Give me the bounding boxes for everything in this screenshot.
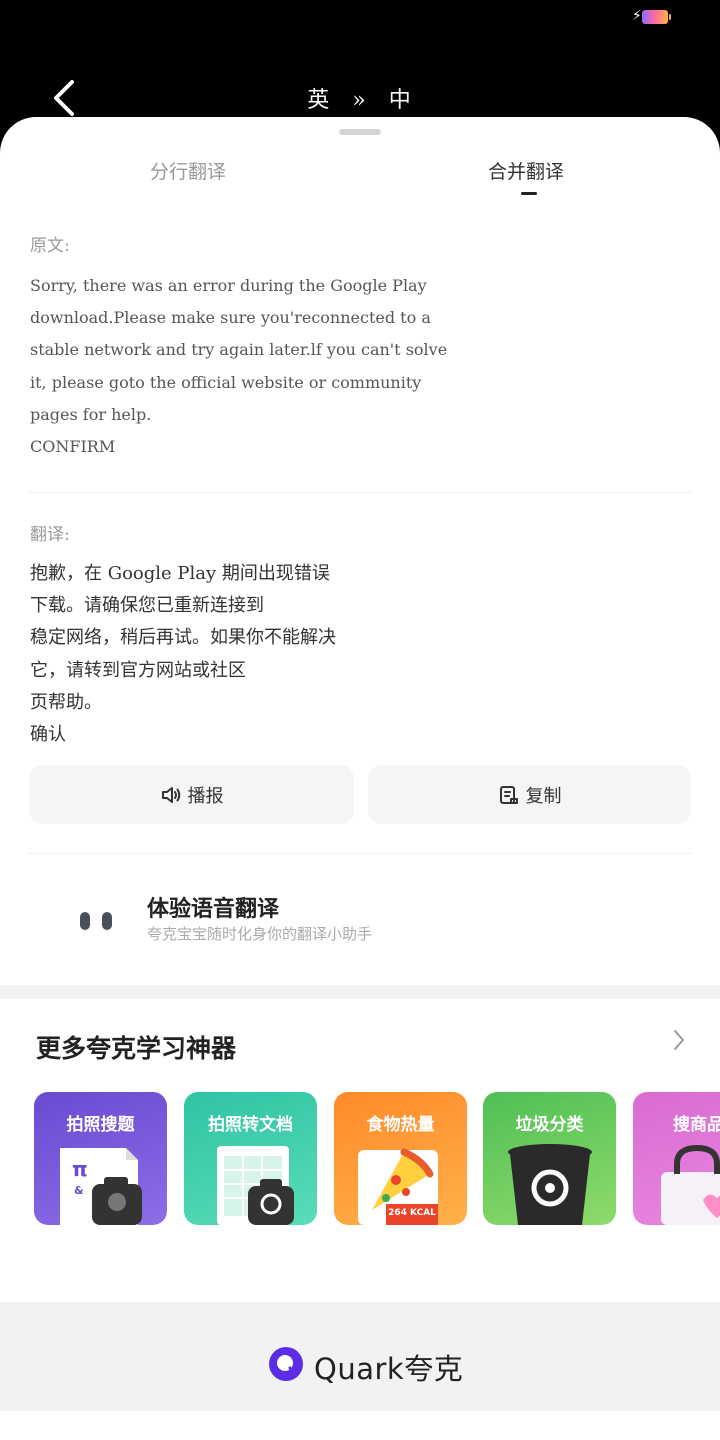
status-bar: ⚡ [0,0,720,40]
quark-logo-icon [269,1347,303,1381]
tab-merge-translation[interactable]: 合并翻译 [488,157,564,184]
voice-translation-promo[interactable]: 体验语音翻译 夸克宝宝随时化身你的翻译小助手 [0,885,720,975]
document-camera-icon: π & [60,1148,142,1225]
copy-button[interactable]: 复制 [368,765,691,824]
source-line: CONFIRM [30,437,116,457]
tool-label: 拍照搜题 [66,1115,135,1135]
trash-bin-icon [508,1144,592,1225]
source-line: pages for help. [30,404,152,424]
speak-button[interactable]: 播报 [29,765,354,824]
language-pair[interactable]: 英 » 中 [0,82,720,114]
source-line: stable network and try again later.lf yo… [30,340,448,360]
quark-baby-icon [78,912,114,936]
translation-line: 稳定网络，稍后再试。如果你不能解决 [30,627,336,649]
tool-label: 食物热量 [366,1115,435,1135]
direction-arrow-icon: » [352,88,368,113]
translation-line: 它，请转到官方网站或社区 [30,659,246,681]
chevron-right-icon[interactable] [668,1025,690,1055]
active-tab-indicator [521,192,537,195]
source-line: Sorry, there was an error during the Goo… [30,276,427,295]
tool-photo-search[interactable]: 拍照搜题 π & [34,1092,167,1225]
source-language: 英 [307,88,332,113]
tool-label: 搜商品 [673,1115,720,1135]
calorie-badge: 264 KCAL [388,1208,436,1218]
tool-product-search[interactable]: 搜商品 [633,1092,720,1225]
document-convert-icon [217,1146,294,1225]
translation-label: 翻译: [30,525,70,545]
tool-garbage-sorting[interactable]: 垃圾分类 [483,1092,616,1225]
target-language: 中 [388,88,413,113]
copy-icon [499,785,518,804]
source-line: download.Please make sure you'reconnecte… [30,308,431,328]
copy-label: 复制 [525,785,562,807]
bottom-strip [0,1411,720,1440]
tab-split-translation[interactable]: 分行翻译 [150,157,226,184]
shopping-bag-icon [661,1144,720,1225]
battery-charging-icon: ⚡ [632,8,671,24]
svg-text:π: π [72,1157,88,1181]
section-gap [0,985,720,999]
svg-text:&: & [74,1184,84,1197]
more-tools-section: 更多夸克学习神器 拍照搜题 π & 拍照转文档 食物热量 264 KCAL 垃圾… [0,999,720,1302]
sheet-grabber[interactable] [339,129,381,135]
voice-promo-title: 体验语音翻译 [147,896,280,922]
translation-line: 确认 [30,724,66,746]
more-tools-title: 更多夸克学习神器 [36,1034,237,1063]
translation-line: 下载。请确保您已重新连接到 [30,595,264,617]
footer: Quark夸克 [0,1302,720,1411]
tool-food-calories[interactable]: 食物热量 264 KCAL [334,1092,467,1225]
source-text: Sorry, there was an error during the Goo… [30,270,490,463]
top-bar: 英 » 中 [0,40,720,120]
tool-label: 垃圾分类 [515,1115,584,1135]
tool-photo-to-document[interactable]: 拍照转文档 [184,1092,317,1225]
divider [28,492,691,493]
translation-sheet: 分行翻译 合并翻译 原文: Sorry, there was an error … [0,117,720,985]
voice-promo-subtitle: 夸克宝宝随时化身你的翻译小助手 [147,925,373,943]
source-label: 原文: [30,236,70,256]
brand-name: Quark夸克 [314,1352,464,1386]
divider [28,853,691,854]
speaker-icon [161,786,180,803]
source-line: it, please goto the official website or … [30,372,422,392]
tool-label: 拍照转文档 [208,1115,293,1135]
translation-line: 抱歉，在 Google Play 期间出现错误 [30,563,330,584]
translation-text: 抱歉，在 Google Play 期间出现错误 下载。请确保您已重新连接到 稳定… [30,558,336,751]
speak-label: 播报 [187,785,224,807]
translation-line: 页帮助。 [30,691,102,713]
